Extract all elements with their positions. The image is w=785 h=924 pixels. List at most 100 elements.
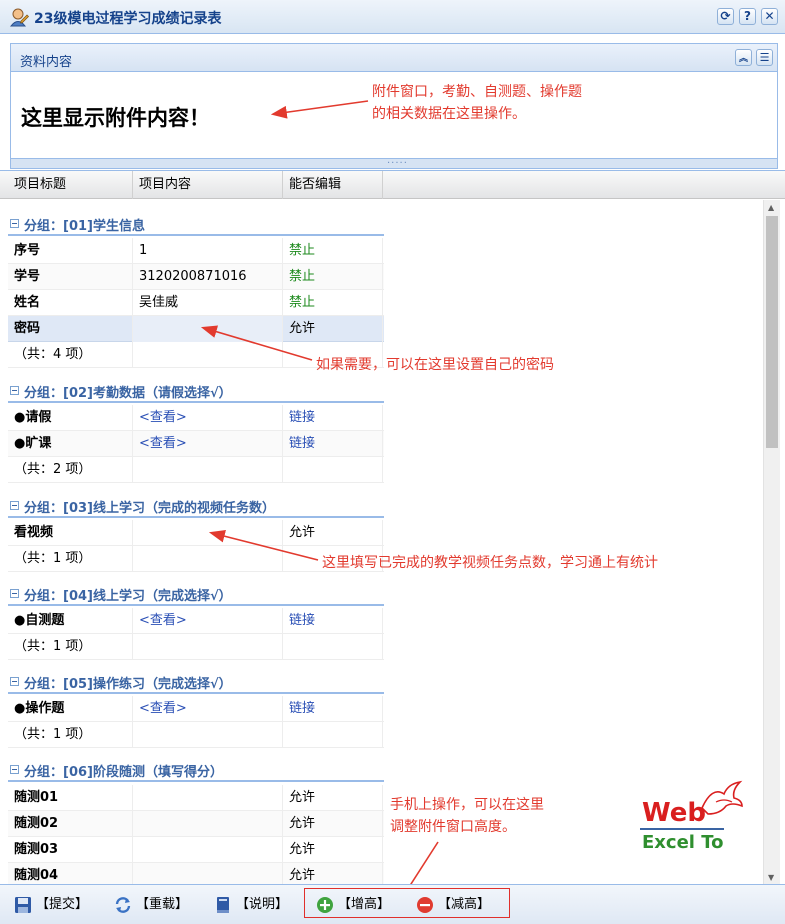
note-video: 这里填写已完成的教学视频任务点数，学习通上有统计 [322,555,658,571]
table-row[interactable]: 序号 1 禁止 [8,238,384,264]
view-link[interactable]: <查看> [133,696,283,722]
cell-title: 随测02 [8,811,133,837]
cell-title: 密码 [8,316,133,342]
refresh-icon: ⟳ [720,9,731,23]
score-input-cell[interactable] [133,811,283,837]
video-count-input-cell[interactable] [133,520,283,546]
note-password: 如果需要，可以在这里设置自己的密码 [316,357,554,373]
cell-title: ●请假 [8,405,133,431]
group-label: 分组：[06]阶段随测（填写得分） [24,765,223,780]
reload-icon [115,897,131,913]
cell-title: 随测04 [8,863,133,885]
group-header-quiz[interactable]: 分组：[06]阶段随测（填写得分） [8,756,384,782]
group-label: 分组：[05]操作练习（完成选择√） [24,677,232,692]
cell-title: ●自测题 [8,608,133,634]
table-row[interactable]: 随测04 允许 [8,863,384,885]
group-label: 分组：[02]考勤数据（请假选择√） [24,386,232,401]
group-header-online-video[interactable]: 分组：[03]线上学习（完成的视频任务数） [8,492,384,518]
cell-title: 看视频 [8,520,133,546]
collapse-icon[interactable] [10,219,19,228]
group-count: （共：1 项） [8,634,133,660]
table-row[interactable]: ●旷课 <查看> 链接 [8,431,384,457]
close-icon: ✕ [764,9,775,23]
cell-editable: 允许 [283,811,383,837]
table-row[interactable]: 随测03 允许 [8,837,384,863]
cell-title: 序号 [8,238,133,264]
panel-menu-button[interactable]: ☰ [756,49,773,66]
note-height-line1: 手机上操作，可以在这里 [390,797,544,813]
cell-editable: 链接 [283,696,383,722]
cell-empty [133,634,283,660]
view-link[interactable]: <查看> [133,431,283,457]
scroll-up-icon[interactable]: ▲ [768,203,774,212]
cell-editable: 允许 [283,316,383,342]
decrease-height-button[interactable]: 【减高】 [416,894,508,916]
plus-circle-icon [317,897,333,913]
collapse-icon[interactable] [10,501,19,510]
table-row[interactable]: ●请假 <查看> 链接 [8,405,384,431]
reload-button[interactable]: 【重载】 [114,894,204,916]
window-titlebar: 23级模电过程学习成绩记录表 ⟳ ? ✕ [0,0,785,34]
table-row[interactable]: 随测01 允许 [8,785,384,811]
note-attachment-line1: 附件窗口，考勤、自测题、操作题 [372,84,582,100]
view-link[interactable]: <查看> [133,608,283,634]
table-row[interactable]: 姓名 吴佳威 禁止 [8,290,384,316]
group-header-practice[interactable]: 分组：[05]操作练习（完成选择√） [8,668,384,694]
collapse-up-icon: ︽ [738,54,748,64]
cell-title: 随测01 [8,785,133,811]
attachment-header: 资料内容 ︽ ☰ [11,44,777,72]
password-input-cell[interactable] [133,316,283,342]
table-row[interactable]: 看视频 允许 [8,520,384,546]
cell-content: 3120200871016 [133,264,283,290]
cell-editable: 链接 [283,608,383,634]
table-row[interactable]: ●自测题 <查看> 链接 [8,608,384,634]
collapse-icon[interactable] [10,386,19,395]
table-row[interactable]: ●操作题 <查看> 链接 [8,696,384,722]
collapse-icon[interactable] [10,677,19,686]
refresh-window-button[interactable]: ⟳ [717,8,734,25]
help-icon: ? [744,9,751,23]
submit-button[interactable]: 【提交】 [14,894,104,916]
scroll-down-icon[interactable]: ▼ [768,873,774,882]
cell-empty [283,457,383,483]
close-window-button[interactable]: ✕ [761,8,778,25]
note-height-line2: 调整附件窗口高度。 [390,819,516,835]
score-input-cell[interactable] [133,837,283,863]
vertical-scrollbar[interactable]: ▲ ▼ [763,200,780,885]
list-icon: ☰ [759,51,770,64]
attachment-content: 这里显示附件内容！ [21,106,210,130]
logo-divider [640,828,724,830]
column-header-title[interactable]: 项目标题 [8,171,133,199]
collapse-icon[interactable] [10,765,19,774]
view-link[interactable]: <查看> [133,405,283,431]
help-button[interactable]: 【说明】 [214,894,304,916]
grid-header: 项目标题 项目内容 能否编辑 [0,170,785,199]
column-header-content[interactable]: 项目内容 [133,171,283,199]
cell-editable: 允许 [283,520,383,546]
table-row-password[interactable]: 密码 允许 [8,316,384,342]
group-count: （共：2 项） [8,457,133,483]
cell-editable: 允许 [283,863,383,885]
collapse-icon[interactable] [10,589,19,598]
cell-title: 学号 [8,264,133,290]
table-row[interactable]: 随测02 允许 [8,811,384,837]
cell-empty [133,457,283,483]
scroll-thumb[interactable] [766,216,778,448]
group-header-self-test[interactable]: 分组：[04]线上学习（完成选择√） [8,580,384,606]
group-header-attendance[interactable]: 分组：[02]考勤数据（请假选择√） [8,377,384,403]
column-header-editable[interactable]: 能否编辑 [283,171,383,199]
resize-grip[interactable]: ..... [11,155,777,168]
score-input-cell[interactable] [133,863,283,885]
collapse-panel-button[interactable]: ︽ [735,49,752,66]
increase-height-button[interactable]: 【增高】 [316,894,408,916]
save-disk-icon [15,897,31,913]
cell-empty [283,722,383,748]
cell-editable: 禁止 [283,264,383,290]
window-title: 23级模电过程学习成绩记录表 [34,11,222,27]
group-count: （共：1 项） [8,546,133,572]
table-row[interactable]: 学号 3120200871016 禁止 [8,264,384,290]
score-input-cell[interactable] [133,785,283,811]
bottom-toolbar: 【提交】 【重载】 【说明】 【增高】 【减高】 [0,884,785,924]
group-header-student-info[interactable]: 分组：[01]学生信息 [8,210,384,236]
help-window-button[interactable]: ? [739,8,756,25]
